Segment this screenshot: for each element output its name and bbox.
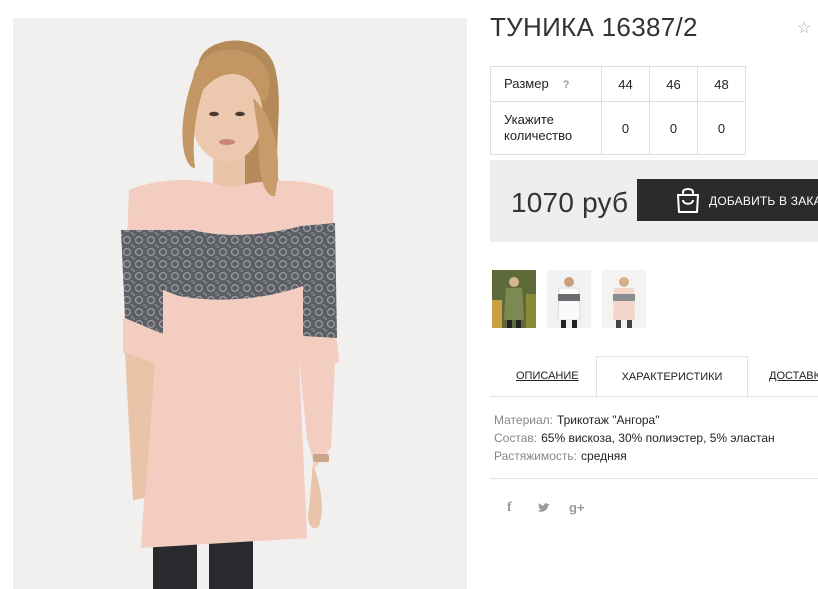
add-to-order-button[interactable]: ДОБАВИТЬ В ЗАКАЗ (637, 179, 818, 221)
size-option-46: 46 (649, 66, 698, 102)
size-label: Размер (504, 75, 549, 91)
twitter-icon[interactable] (537, 502, 551, 514)
spec-row: Растяжимость: средняя (494, 447, 775, 465)
thumbnail-pink-tunic[interactable] (602, 270, 646, 328)
facebook-icon[interactable]: f (507, 500, 512, 516)
tab-characteristics-label: ХАРАКТЕРИСТИКИ (621, 371, 723, 383)
product-main-photo[interactable] (13, 18, 467, 589)
size-row: Размер? 44 46 48 (490, 66, 746, 102)
quantity-input-48[interactable]: 0 (697, 101, 746, 155)
add-to-order-label: ДОБАВИТЬ В ЗАКАЗ (709, 194, 818, 208)
size-label-cell: Размер? (490, 66, 602, 102)
quantity-input-46[interactable]: 0 (649, 101, 698, 155)
size-help-icon[interactable]: ? (563, 77, 570, 93)
spec-value: Трикотаж "Ангора" (556, 413, 660, 427)
size-quantity-table: Размер? 44 46 48 Укажите количество 0 0 … (490, 66, 746, 155)
tab-description-label: ОПИСАНИЕ (516, 370, 579, 382)
quantity-label: Укажите количество (490, 101, 602, 155)
tab-characteristics[interactable]: ХАРАКТЕРИСТИКИ (596, 356, 748, 396)
quantity-row: Укажите количество 0 0 0 (490, 101, 746, 155)
purchase-box: 1070 руб ДОБАВИТЬ В ЗАКАЗ (490, 160, 818, 242)
divider (490, 478, 818, 479)
tab-delivery[interactable]: ДОСТАВКА (769, 356, 818, 396)
size-option-44: 44 (601, 66, 650, 102)
spec-key: Состав: (494, 431, 538, 445)
quantity-input-44[interactable]: 0 (601, 101, 650, 155)
shopping-bag-icon (676, 188, 700, 213)
spec-row: Материал: Трикотаж "Ангора" (494, 411, 775, 429)
thumbnail-white-tunic[interactable] (547, 270, 591, 328)
favorite-star-icon[interactable]: ☆ (797, 18, 818, 38)
google-plus-icon[interactable]: g+ (569, 500, 585, 515)
spec-key: Растяжимость: (494, 449, 578, 463)
spec-value: средняя (581, 449, 627, 463)
thumbnail-green-tunic[interactable] (492, 270, 536, 328)
price: 1070 руб (511, 187, 629, 218)
tab-description[interactable]: ОПИСАНИЕ (516, 356, 579, 396)
spec-row: Состав: 65% вискоза, 30% полиэстер, 5% эл… (494, 429, 775, 447)
spec-value: 65% вискоза, 30% полиэстер, 5% эластан (541, 431, 775, 445)
product-tabs: ОПИСАНИЕ ХАРАКТЕРИСТИКИ ДОСТАВКА (490, 356, 818, 397)
size-option-48: 48 (697, 66, 746, 102)
product-title: ТУНИКА 16387/2 (490, 12, 698, 42)
tab-delivery-label: ДОСТАВКА (769, 370, 818, 382)
specifications-list: Материал: Трикотаж "Ангора" Состав: 65% ви… (494, 411, 775, 465)
spec-key: Материал: (494, 413, 553, 427)
